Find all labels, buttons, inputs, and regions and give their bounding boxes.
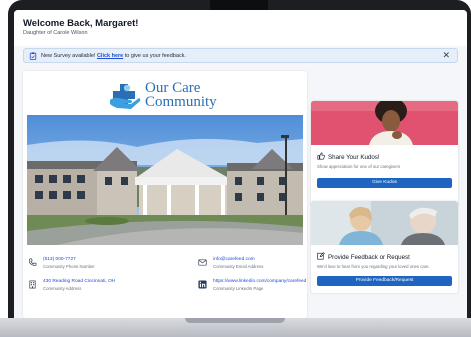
care-hands-logo-icon [110, 84, 141, 109]
contact-email: info@carefeed.com Community Email Addres… [198, 257, 306, 273]
app-screen: Welcome Back, Margaret! Daughter of Caro… [14, 10, 467, 318]
kudos-description: Show appreciation for one of our caregiv… [317, 164, 401, 169]
contact-linkedin: https://www.linkedin.com/company/carefee… [198, 279, 306, 295]
contact-address: 430 Reading Road Cincinnati, OH Communit… [28, 279, 158, 295]
phone-icon [28, 258, 37, 266]
feedback-caregiver-photo [311, 201, 458, 245]
user-relation-subtitle: Daughter of Carole Wilson [23, 30, 88, 36]
phone-label: Community Phone Number [43, 264, 95, 269]
feedback-title-text: Provide Feedback or Request [328, 254, 410, 261]
close-icon[interactable]: ✕ [442, 50, 450, 61]
address-label: Community Address [43, 286, 82, 291]
kudos-title-text: Share Your Kudos! [328, 154, 380, 161]
survey-banner-lead: New Survey available! [41, 52, 96, 59]
survey-banner: New Survey available! Click here to give… [23, 48, 458, 63]
laptop-frame: Welcome Back, Margaret! Daughter of Caro… [0, 0, 471, 337]
page-header: Welcome Back, Margaret! Daughter of Caro… [14, 10, 467, 46]
edit-icon [317, 252, 325, 260]
page-title: Welcome Back, Margaret! [23, 18, 139, 29]
phone-value[interactable]: (513) 000-7727 [43, 257, 76, 262]
feedback-description: We'd love to hear from you regarding you… [317, 264, 430, 269]
survey-link[interactable]: Click here [97, 53, 123, 59]
email-label: Community Email Address [213, 264, 264, 269]
provide-feedback-button[interactable]: Provide Feedback/Request [317, 276, 452, 286]
feedback-card: Provide Feedback or Request We'd love to… [311, 201, 458, 293]
building-icon [29, 280, 36, 289]
laptop-base-lip [185, 318, 285, 323]
community-logo: Our Care Community [109, 80, 249, 114]
feedback-title: Provide Feedback or Request [317, 252, 410, 261]
address-value[interactable]: 430 Reading Road Cincinnati, OH [43, 279, 115, 284]
community-building-photo [27, 115, 303, 245]
logo-line-2: Community [145, 94, 217, 110]
contact-phone: (513) 000-7727 Community Phone Number [28, 257, 158, 273]
survey-banner-tail: to give us your feedback. [124, 52, 186, 59]
mail-icon [198, 259, 207, 266]
give-kudos-button[interactable]: Give Kudos [317, 178, 452, 188]
kudos-caregiver-photo [311, 101, 458, 145]
clipboard-icon [29, 52, 37, 60]
survey-banner-text: New Survey available! Click here to give… [41, 53, 186, 59]
linkedin-label: Community LinkedIn Page [213, 286, 264, 291]
kudos-title: Share Your Kudos! [317, 152, 380, 161]
email-value[interactable]: info@carefeed.com [213, 257, 255, 262]
thumbs-up-icon [317, 152, 325, 160]
linkedin-value[interactable]: https://www.linkedin.com/company/carefee… [213, 279, 306, 284]
kudos-card: Share Your Kudos! Show appreciation for … [311, 101, 458, 207]
linkedin-icon [198, 280, 207, 289]
community-card: Our Care Community (513) 000-7727 Commun… [23, 71, 307, 318]
